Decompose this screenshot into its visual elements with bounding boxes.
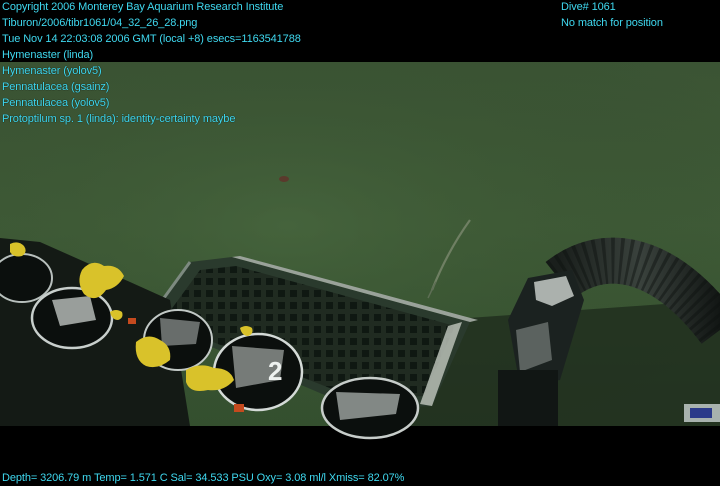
- overlay-file-path: Tiburon/2006/tibr1061/04_32_26_28.png: [2, 17, 198, 29]
- overlay-label: Hymenaster (yolov5): [2, 65, 102, 77]
- overlay-position-status: No match for position: [561, 17, 663, 29]
- overlay-sensor-readout: Depth= 3206.79 m Temp= 1.571 C Sal= 34.5…: [2, 472, 405, 484]
- overlay-label: Pennatulacea (yolov5): [2, 97, 110, 109]
- overlay-annotations-left: Copyright 2006 Monterey Bay Aquarium Res…: [2, 0, 301, 127]
- canister-number: 2: [268, 356, 282, 386]
- hymenaster-seastar: [279, 176, 289, 182]
- overlay-annotations-right: Dive# 1061 No match for position: [561, 0, 663, 31]
- overlay-label: Pennatulacea (gsainz): [2, 81, 110, 93]
- overlay-dive-number: Dive# 1061: [561, 1, 616, 13]
- overlay-label: Protoptilum sp. 1 (linda): identity-cert…: [2, 113, 236, 125]
- overlay-copyright: Copyright 2006 Monterey Bay Aquarium Res…: [2, 1, 284, 13]
- overlay-label: Hymenaster (linda): [2, 49, 94, 61]
- overlay-timestamp: Tue Nov 14 22:03:08 2006 GMT (local +8) …: [2, 33, 301, 45]
